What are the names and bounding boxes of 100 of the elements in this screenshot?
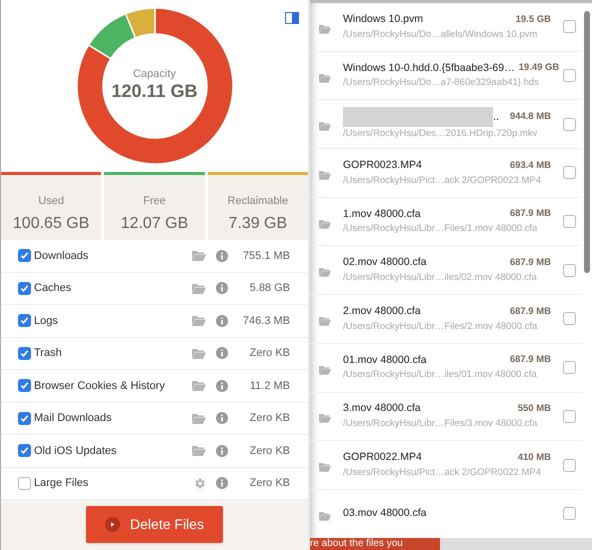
category-label: Downloads	[34, 248, 90, 264]
category-label: Old iOS Updates	[34, 444, 118, 458]
file-row[interactable]: 02.mov 48000.cfa 687.9 MB /Users/RockyHsu/Libr…iles/02.mov 48000.cfa	[310, 246, 582, 296]
file-name[interactable]: 2.mov 48000.cfa	[343, 304, 421, 320]
file-name[interactable]: Windows 10.pvm	[343, 12, 423, 28]
category-size: Zero KB	[248, 411, 290, 426]
file-row[interactable]: 3.mov 48000.cfa 550 MB /Users/RockyHsu/Libr…Files/3.mov 48000.cfa	[310, 392, 582, 442]
checkbox[interactable]	[18, 412, 31, 425]
file-path: /Users/RockyHsu/Libr…iles/02.mov 48000.cfa	[343, 271, 538, 286]
info-icon[interactable]	[216, 314, 228, 327]
folder-icon[interactable]	[319, 413, 331, 424]
info-icon[interactable]	[216, 477, 228, 490]
info-icon[interactable]	[216, 282, 228, 294]
category-label: Logs	[34, 314, 59, 328]
folder-icon[interactable]	[192, 445, 206, 456]
folder-icon[interactable]	[319, 316, 331, 326]
category-size: 746.3 MB	[242, 314, 290, 328]
checkbox[interactable]	[563, 20, 576, 34]
checkbox[interactable]	[18, 249, 31, 262]
stat-value: 7.39 GB	[228, 214, 288, 234]
file-size: 687.9 MB	[510, 207, 551, 222]
folder-icon[interactable]	[319, 267, 331, 278]
category-size: 755.1 MB	[242, 248, 290, 264]
category-label: Trash	[34, 346, 63, 361]
file-name[interactable]: 1.mov 48000.cfa	[343, 206, 421, 222]
file-size: 944.8 MB	[510, 110, 551, 124]
checkbox[interactable]	[563, 361, 576, 374]
checkbox[interactable]	[18, 314, 31, 328]
category-label: Browser Cookies & History	[34, 378, 166, 394]
category-label: Caches	[34, 281, 72, 296]
checkbox[interactable]	[563, 312, 576, 326]
checkbox[interactable]	[18, 476, 31, 490]
play-icon	[105, 517, 120, 532]
file-name[interactable]: 3.mov 48000.cfa	[343, 401, 421, 418]
folder-icon[interactable]	[192, 348, 206, 359]
category-size: 11.2 MB	[248, 378, 290, 394]
settings-icon[interactable]	[193, 476, 206, 490]
file-name[interactable]: GOPR0022.MP4	[343, 450, 422, 466]
checkbox[interactable]	[18, 282, 31, 295]
sidebar-toggle-icon[interactable]	[285, 12, 299, 24]
file-row[interactable]: .. 944.8 MB /Users/RockyHsu/Des…2016.HDrip.720p.mkv	[310, 100, 582, 150]
checkbox[interactable]	[18, 444, 31, 458]
file-row[interactable]: Windows 10-0.hdd.0.{5fbaabe3-69… 19.49 GB /Users/RockyHsu/Do…a7-860e329aab41}.hds	[310, 52, 582, 100]
file-name[interactable]: 02.mov 48000.cfa	[343, 255, 426, 272]
file-size: 687.9 MB	[510, 256, 551, 270]
checkbox[interactable]	[563, 215, 576, 228]
file-size: 550 MB	[518, 402, 551, 416]
info-icon[interactable]	[216, 380, 228, 392]
file-name[interactable]: 03.mov 48000.cfa	[343, 506, 426, 522]
folder-icon[interactable]	[319, 218, 331, 229]
folder-icon[interactable]	[192, 315, 206, 326]
file-name[interactable]: 01.mov 48000.cfa	[343, 352, 426, 368]
folder-icon[interactable]	[192, 282, 206, 294]
checkbox[interactable]	[563, 410, 576, 423]
folder-icon[interactable]	[192, 412, 206, 424]
delete-files-button[interactable]: Delete Files	[86, 506, 223, 543]
checkbox[interactable]	[563, 69, 576, 82]
folder-icon[interactable]	[319, 170, 331, 180]
file-size: 687.9 MB	[510, 353, 551, 368]
checkbox[interactable]	[563, 118, 576, 131]
folder-icon[interactable]	[319, 24, 331, 34]
file-name[interactable]: Windows 10-0.hdd.0.{5fbaabe3-69…	[343, 60, 515, 76]
file-size: 687.9 MB	[510, 304, 551, 319]
file-size: 693.4 MB	[510, 158, 551, 173]
checkbox[interactable]	[18, 346, 31, 360]
info-icon[interactable]	[216, 250, 228, 262]
file-row[interactable]: 1.mov 48000.cfa 687.9 MB /Users/RockyHsu/Libr…Files/1.mov 48000.cfa	[310, 198, 582, 246]
stat-value: 12.07 GB	[120, 214, 188, 234]
category-size: Zero KB	[248, 444, 290, 458]
folder-icon[interactable]	[319, 364, 331, 375]
stat-label: Free	[143, 194, 166, 209]
folder-icon[interactable]	[319, 462, 331, 472]
checkbox[interactable]	[563, 507, 576, 520]
capacity-value: 120.11 GB	[111, 80, 198, 103]
category-label: Large Files	[34, 476, 90, 491]
file-path: /Users/RockyHsu/Libr…Files/2.mov 48000.cfa	[343, 320, 538, 334]
info-icon[interactable]	[216, 347, 228, 360]
info-icon[interactable]	[216, 444, 228, 457]
capacity-label: Capacity	[133, 69, 176, 80]
file-name[interactable]: GOPR0023.MP4	[343, 158, 422, 174]
checkbox[interactable]	[563, 166, 576, 180]
folder-icon[interactable]	[192, 380, 206, 392]
file-path: /Users/RockyHsu/Pict…ack 2/GOPR0023.MP4	[343, 174, 542, 188]
file-row[interactable]: GOPR0023.MP4 693.4 MB /Users/RockyHsu/Pict…ack 2/GOPR0023.MP4	[310, 149, 582, 198]
file-row[interactable]: 01.mov 48000.cfa 687.9 MB /Users/RockyHsu/Libr…iles/01.mov 48000.cfa	[310, 344, 582, 392]
folder-icon[interactable]	[192, 250, 206, 262]
file-row[interactable]: 2.mov 48000.cfa 687.9 MB /Users/RockyHsu/Libr…Files/2.mov 48000.cfa	[310, 295, 582, 344]
checkbox[interactable]	[563, 264, 576, 277]
folder-icon[interactable]	[319, 510, 331, 521]
file-name[interactable]: ..	[493, 108, 500, 126]
stat-label: Used	[38, 194, 64, 209]
checkbox[interactable]	[18, 379, 31, 392]
info-icon[interactable]	[216, 412, 228, 424]
category-size: Zero KB	[248, 346, 290, 361]
folder-icon[interactable]	[319, 72, 331, 83]
file-row[interactable]: Windows 10.pvm 19.5 GB /Users/RockyHsu/Do…allels/Windows 10.pvm	[310, 3, 582, 52]
checkbox[interactable]	[563, 458, 576, 472]
file-path: /Users/RockyHsu/Libr…Files/3.mov 48000.cfa	[343, 417, 538, 432]
folder-icon[interactable]	[319, 121, 331, 132]
file-row[interactable]: GOPR0022.MP4 410 MB /Users/RockyHsu/Pict…ack 2/GOPR0022.MP4	[310, 441, 582, 490]
